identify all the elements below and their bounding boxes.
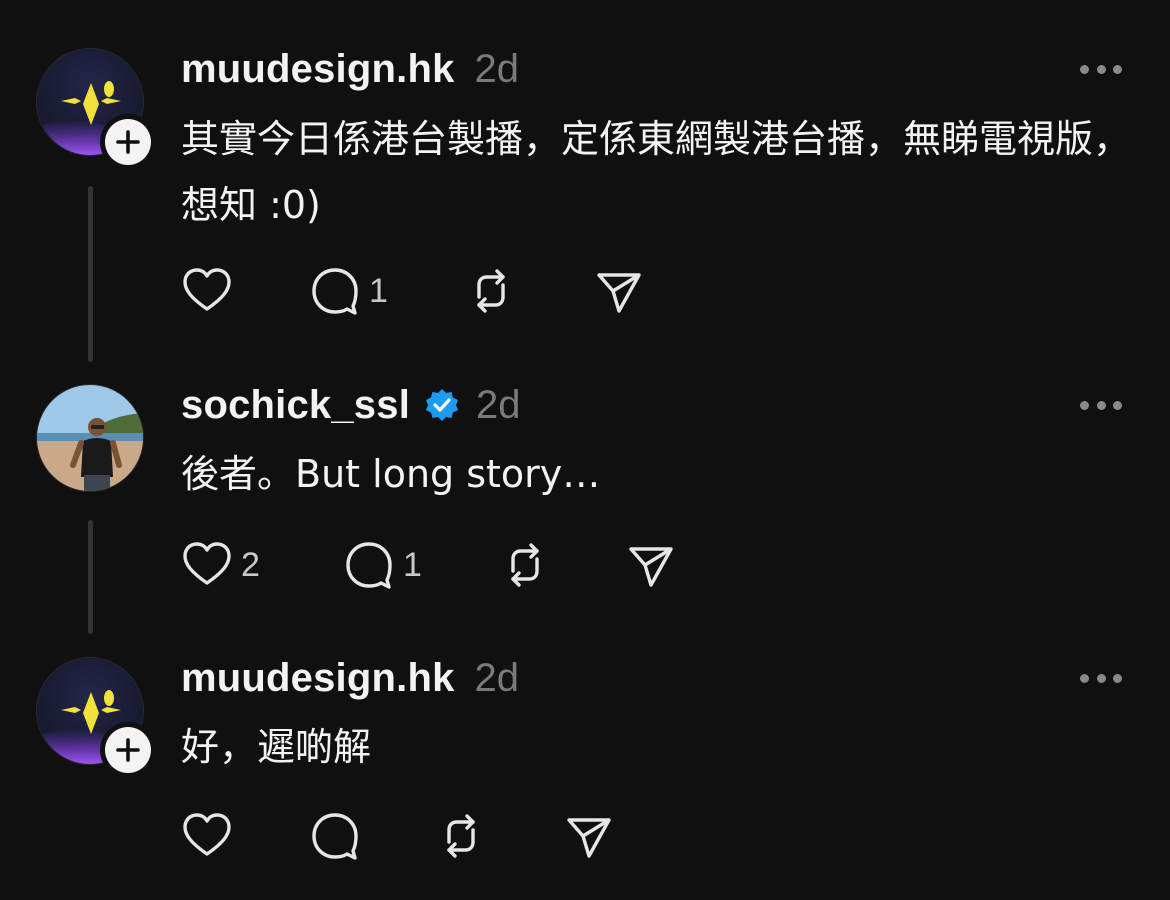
reply-count: 1 — [403, 545, 422, 584]
more-dots-icon — [1080, 64, 1089, 74]
follow-button[interactable] — [100, 722, 156, 778]
share-button[interactable] — [563, 811, 615, 861]
more-options-button[interactable] — [1080, 671, 1122, 685]
post-text: 好，遲啲解 — [181, 725, 372, 769]
username[interactable]: muudesign.hk — [181, 656, 455, 701]
share-button[interactable] — [593, 266, 645, 316]
more-dots-icon — [1080, 400, 1089, 410]
like-button[interactable] — [181, 811, 309, 861]
reply-button[interactable]: 1 — [309, 266, 465, 316]
heart-icon — [183, 268, 231, 311]
like-button[interactable] — [181, 266, 309, 316]
like-count: 2 — [241, 545, 260, 584]
repost-button[interactable] — [435, 811, 563, 861]
send-icon — [567, 818, 611, 858]
timestamp: 2d — [474, 46, 520, 91]
verified-badge-icon — [426, 389, 459, 421]
beach-photo-icon — [37, 385, 143, 491]
post-header: sochick_ssl 2d — [181, 380, 521, 430]
more-options-button[interactable] — [1080, 398, 1122, 412]
repost-button[interactable] — [499, 540, 625, 590]
heart-icon — [183, 813, 231, 856]
repost-icon — [477, 269, 505, 313]
timestamp: 2d — [476, 382, 521, 427]
action-bar: 1 — [181, 266, 645, 316]
repost-icon — [511, 543, 539, 587]
send-icon — [629, 547, 673, 587]
username[interactable]: sochick_ssl — [181, 383, 410, 428]
reply-count: 1 — [369, 271, 388, 310]
more-dots-icon — [1080, 673, 1089, 683]
comment-icon — [312, 813, 358, 860]
like-button[interactable]: 2 — [181, 540, 343, 590]
send-icon — [597, 273, 641, 313]
timestamp: 2d — [474, 655, 520, 700]
plus-icon — [116, 738, 140, 762]
username[interactable]: muudesign.hk — [181, 47, 455, 92]
action-bar — [181, 811, 615, 861]
reply-button[interactable]: 1 — [343, 540, 499, 590]
action-bar: 2 1 — [181, 540, 677, 590]
reply-button[interactable] — [309, 811, 435, 861]
plus-icon — [116, 130, 140, 154]
post-header: muudesign.hk 2d — [181, 44, 519, 94]
thread-line — [88, 520, 93, 634]
avatar-sochick[interactable] — [36, 384, 144, 492]
heart-icon — [183, 542, 231, 585]
repost-icon — [447, 814, 475, 858]
repost-button[interactable] — [465, 266, 593, 316]
post-text: 其實今日係港台製播，定係東網製港台播，無睇電視版，想知 :0) — [181, 117, 1132, 227]
thread-line — [88, 186, 93, 362]
post-text: 後者。But long story… — [181, 452, 601, 496]
share-button[interactable] — [625, 540, 677, 590]
more-options-button[interactable] — [1080, 62, 1122, 76]
comment-icon — [312, 268, 358, 315]
post-header: muudesign.hk 2d — [181, 653, 519, 703]
follow-button[interactable] — [100, 114, 156, 170]
comment-icon — [346, 542, 392, 589]
